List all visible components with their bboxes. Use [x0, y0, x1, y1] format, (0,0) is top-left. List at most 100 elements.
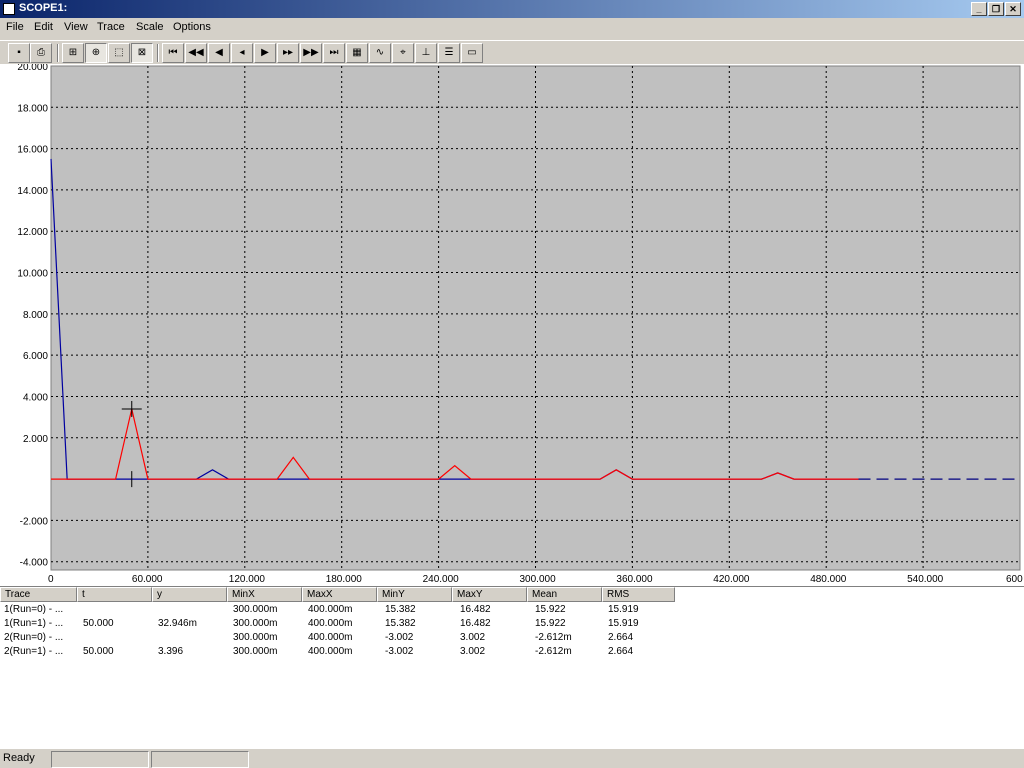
play-icon[interactable]: ▶: [254, 43, 276, 63]
app-icon: [3, 3, 15, 15]
table-cell: 15.382: [385, 604, 416, 615]
table-cell: 15.382: [385, 618, 416, 629]
toolbar-separator: [157, 44, 159, 62]
toolbar: ▪ ⎙ ⊞ ⊕ ⬚ ⊠ ⏮ ◀◀ ◀ ◂ ▶ ▸▸ ▶▶ ⏭ ▦ ∿ ⌖ ⊥ ☰…: [0, 40, 1024, 64]
status-pane-3: [151, 751, 249, 768]
table-header-y[interactable]: y: [152, 587, 227, 602]
menu-options[interactable]: Options: [173, 21, 211, 33]
table-cell: 3.002: [460, 646, 486, 657]
y-tick-label: 4.000: [23, 392, 48, 403]
restore-button[interactable]: ❐: [988, 2, 1004, 16]
table-cell: 2(Run=1) - ...: [4, 646, 64, 657]
table-cell: 16.482: [460, 604, 491, 615]
step-back-icon[interactable]: ◂: [231, 43, 253, 63]
x-tick-label: 480.000: [810, 574, 847, 585]
table-header-minx[interactable]: MinX: [227, 587, 302, 602]
status-bar: Ready: [0, 748, 1024, 768]
table-cell: -2.612m: [535, 632, 572, 643]
select-region-icon[interactable]: ⬚: [108, 43, 130, 63]
table-header-mean[interactable]: Mean: [527, 587, 602, 602]
x-tick-label: 0: [48, 574, 54, 585]
y-tick-label: 2.000: [23, 434, 48, 445]
cursor-icon[interactable]: ⌖: [392, 43, 414, 63]
table-cell: 3.002: [460, 632, 486, 643]
table-cell: 300.000m: [233, 646, 278, 657]
menu-bar: File Edit View Trace Scale Options: [0, 18, 1024, 38]
menu-view[interactable]: View: [64, 21, 88, 33]
y-tick-label: 10.000: [17, 269, 48, 280]
title-bar: SCOPE1: _ ❐ ✕: [0, 0, 1024, 18]
table-cell: 400.000m: [308, 618, 353, 629]
table-cell: 300.000m: [233, 632, 278, 643]
table-cell: 16.482: [460, 618, 491, 629]
fast-forward-icon[interactable]: ▶▶: [300, 43, 322, 63]
window-title: SCOPE1:: [19, 2, 68, 14]
cursor-mode-icon[interactable]: ⊞: [62, 43, 84, 63]
y-tick-label: 6.000: [23, 351, 48, 362]
plot-svg[interactable]: 0 60.000 120.000 180.000 240.000 300.000 360.0…: [0, 64, 1024, 586]
trace-icon[interactable]: ∿: [369, 43, 391, 63]
y-tick-label: -2.000: [20, 516, 49, 527]
table-header-miny[interactable]: MinY: [377, 587, 452, 602]
table-cell: 3.396: [158, 646, 184, 657]
table-cell: 50.000: [83, 646, 114, 657]
marker-icon[interactable]: ⊥: [415, 43, 437, 63]
x-tick-label: 120.000: [229, 574, 266, 585]
table-cell: 2.664: [608, 632, 634, 643]
menu-edit[interactable]: Edit: [34, 21, 53, 33]
x-tick-label: 540.000: [907, 574, 944, 585]
measurement-table: Trace t y MinX MaxX MinY MaxY Mean RMS 1(Run=0) …: [0, 586, 1024, 748]
table-header-maxy[interactable]: MaxY: [452, 587, 527, 602]
x-tick-label: 240.000: [423, 574, 460, 585]
menu-scale[interactable]: Scale: [136, 21, 164, 33]
zoom-fit-icon[interactable]: ⊕: [85, 43, 107, 63]
y-tick-label: 18.000: [17, 103, 48, 114]
table-cell: 300.000m: [233, 618, 278, 629]
toolbar-separator: [57, 44, 59, 62]
table-cell: 400.000m: [308, 604, 353, 615]
fast-rewind-icon[interactable]: ◀◀: [185, 43, 207, 63]
x-tick-label: 600: [1006, 574, 1023, 585]
y-tick-label: 20.000: [17, 64, 48, 73]
scope-plot[interactable]: 0 60.000 120.000 180.000 240.000 300.000 360.0…: [0, 64, 1024, 586]
x-tick-label: 180.000: [326, 574, 363, 585]
menu-trace[interactable]: Trace: [97, 21, 125, 33]
close-button[interactable]: ✕: [1005, 2, 1021, 16]
table-cell: 15.919: [608, 604, 639, 615]
table-cell: 1(Run=1) - ...: [4, 618, 64, 629]
first-icon[interactable]: ⏮: [162, 43, 184, 63]
y-tick-label: -4.000: [20, 558, 49, 569]
status-text: Ready: [3, 752, 35, 764]
table-header-maxx[interactable]: MaxX: [302, 587, 377, 602]
window-icon[interactable]: ▭: [461, 43, 483, 63]
table-cell: 400.000m: [308, 632, 353, 643]
y-tick-label: 16.000: [17, 145, 48, 156]
y-tick-label: 12.000: [17, 227, 48, 238]
table-cell: -2.612m: [535, 646, 572, 657]
table-cell: 15.922: [535, 604, 566, 615]
y-tick-label: 8.000: [23, 310, 48, 321]
print-icon[interactable]: ⎙: [30, 43, 52, 63]
table-cell: -3.002: [385, 646, 414, 657]
table-cell: 15.922: [535, 618, 566, 629]
minimize-button[interactable]: _: [971, 2, 987, 16]
grid-icon[interactable]: ▦: [346, 43, 368, 63]
menu-file[interactable]: File: [6, 21, 24, 33]
table-icon[interactable]: ☰: [438, 43, 460, 63]
table-header-t[interactable]: t: [77, 587, 152, 602]
x-tick-label: 60.000: [132, 574, 163, 585]
step-forward-icon[interactable]: ▸▸: [277, 43, 299, 63]
table-cell: 15.919: [608, 618, 639, 629]
table-header-trace[interactable]: Trace: [0, 587, 77, 602]
autoscale-icon[interactable]: ⊠: [131, 43, 153, 63]
table-header-rms[interactable]: RMS: [602, 587, 675, 602]
table-cell: 2(Run=0) - ...: [4, 632, 64, 643]
rewind-icon[interactable]: ◀: [208, 43, 230, 63]
status-pane-2: [51, 751, 149, 768]
table-cell: 32.946m: [158, 618, 197, 629]
table-cell: -3.002: [385, 632, 414, 643]
last-icon[interactable]: ⏭: [323, 43, 345, 63]
table-cell: 1(Run=0) - ...: [4, 604, 64, 615]
table-cell: 2.664: [608, 646, 634, 657]
save-icon[interactable]: ▪: [8, 43, 30, 63]
